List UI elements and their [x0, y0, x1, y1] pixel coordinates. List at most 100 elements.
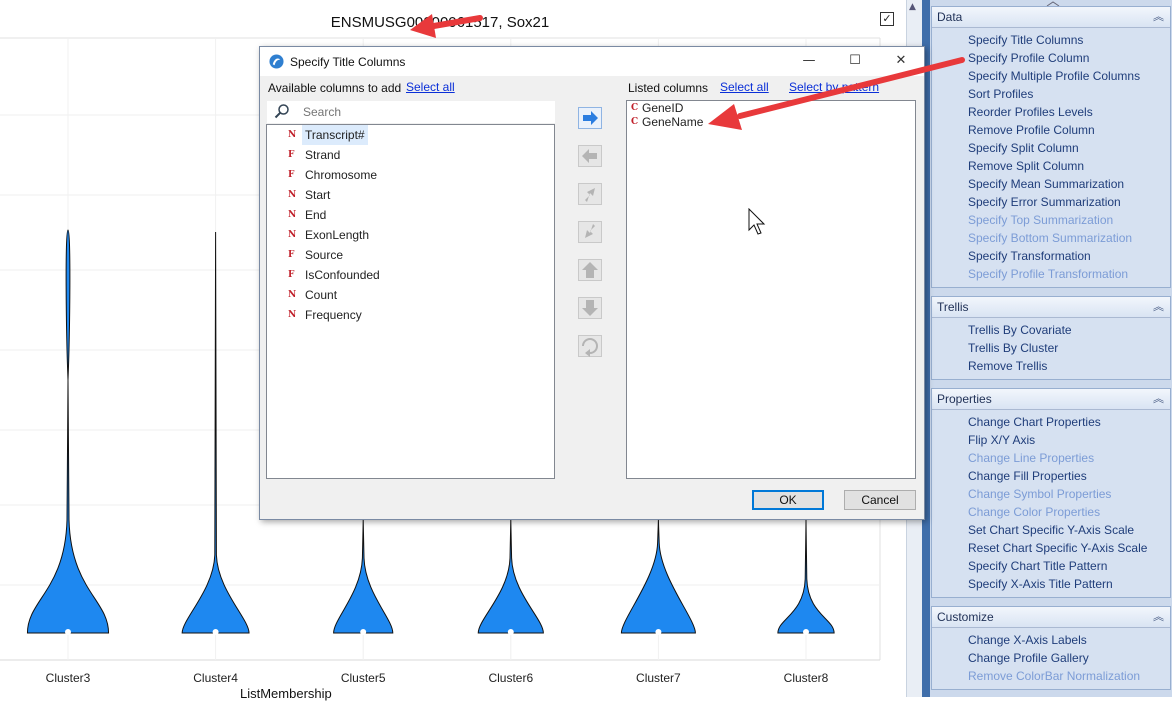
column-name: Start: [305, 188, 331, 202]
column-name: Chromosome: [305, 168, 378, 182]
panel-item: Specify Top Summarization: [968, 213, 1114, 227]
collapse-chevron-icon[interactable]: ︽: [1153, 7, 1164, 27]
list-item[interactable]: C GeneName: [627, 112, 915, 132]
chart-checkbox[interactable]: ✓: [880, 12, 894, 26]
ok-button[interactable]: OK: [752, 490, 824, 510]
panel-item[interactable]: Change Fill Properties: [932, 467, 1170, 485]
median-marker: [507, 629, 514, 635]
violin-cluster8: [777, 519, 835, 634]
section-customize: Customize ︽ Change X-Axis Labels Change Pro…: [931, 606, 1171, 690]
median-marker: [65, 629, 71, 635]
panel-item[interactable]: Specify Error Summarization: [932, 193, 1170, 211]
column-name: GeneName: [642, 115, 704, 129]
panel-item[interactable]: Specify X-Axis Title Pattern: [932, 575, 1170, 593]
section-title: Properties: [937, 392, 992, 406]
list-item[interactable]: N ExonLength: [267, 225, 554, 245]
section-title: Trellis: [937, 300, 969, 314]
panel-item[interactable]: Trellis By Cluster: [932, 339, 1170, 357]
maximize-icon[interactable]: ☐: [844, 51, 866, 71]
type-badge: N: [288, 210, 297, 220]
list-item[interactable]: F Chromosome: [267, 165, 554, 185]
x-tick-label: Cluster6: [488, 671, 533, 685]
median-marker: [212, 629, 219, 635]
panel-item[interactable]: Set Chart Specific Y-Axis Scale: [932, 521, 1170, 539]
panel-item[interactable]: Specify Title Columns: [932, 31, 1170, 49]
move-up-icon[interactable]: [578, 259, 602, 281]
column-name: IsConfounded: [305, 268, 380, 282]
column-name: ExonLength: [305, 228, 370, 242]
section-header[interactable]: Properties ︽: [932, 389, 1170, 410]
select-by-pattern-link[interactable]: Select by pattern: [789, 80, 879, 94]
panel-item[interactable]: Specify Mean Summarization: [932, 175, 1170, 193]
available-columns-label: Available columns to add: [268, 81, 402, 95]
section-header[interactable]: Trellis ︽: [932, 297, 1170, 318]
panel-item[interactable]: Change Chart Properties: [932, 413, 1170, 431]
add-right-icon[interactable]: [578, 107, 602, 129]
list-item[interactable]: N Start: [267, 185, 554, 205]
move-down-right-icon[interactable]: [578, 221, 602, 243]
x-tick-label: Cluster4: [193, 671, 238, 685]
dialog-title-bar[interactable]: Specify Title Columns — ☐ ✕: [260, 47, 924, 76]
remove-left-icon[interactable]: [578, 145, 602, 167]
section-data: Data ︽ Specify Title Columns Specify Profil…: [931, 6, 1171, 288]
available-select-all-link[interactable]: Select all: [406, 80, 455, 94]
listed-columns-list[interactable]: C GeneID C GeneName: [626, 100, 916, 479]
reset-icon[interactable]: [578, 335, 602, 357]
panel-item[interactable]: Change X-Axis Labels: [932, 631, 1170, 649]
listed-select-all-link[interactable]: Select all: [720, 80, 769, 94]
list-item[interactable]: F Strand: [267, 145, 554, 165]
panel-item[interactable]: Remove Profile Column: [932, 121, 1170, 139]
collapse-chevron-icon[interactable]: ︽: [1153, 297, 1164, 317]
list-item[interactable]: N Transcript#: [267, 125, 554, 145]
cancel-button[interactable]: Cancel: [844, 490, 916, 510]
panel-item[interactable]: Remove Trellis: [932, 357, 1170, 375]
median-marker: [803, 629, 809, 635]
section-header[interactable]: Data ︽: [932, 7, 1170, 28]
panel-item[interactable]: Sort Profiles: [932, 85, 1170, 103]
scroll-up-icon[interactable]: ▲: [909, 2, 916, 12]
type-badge: N: [288, 190, 297, 200]
panel-item[interactable]: Reset Chart Specific Y-Axis Scale: [932, 539, 1170, 557]
violin-cluster6: [477, 519, 544, 634]
panel-item[interactable]: Specify Chart Title Pattern: [932, 557, 1170, 575]
mouse-cursor-icon: [748, 208, 766, 235]
column-name: End: [305, 208, 327, 222]
dialog-title: Specify Title Columns: [290, 55, 406, 69]
panel-item: Change Symbol Properties: [968, 487, 1112, 501]
collapse-chevron-icon[interactable]: ︽: [1153, 389, 1164, 409]
close-icon[interactable]: ✕: [890, 51, 912, 71]
type-badge: N: [288, 230, 297, 240]
panel-item[interactable]: Specify Multiple Profile Columns: [932, 67, 1170, 85]
panel-item[interactable]: Trellis By Covariate: [932, 321, 1170, 339]
section-header[interactable]: Customize ︽: [932, 607, 1170, 628]
minimize-icon[interactable]: —: [798, 51, 820, 71]
available-columns-list[interactable]: N Transcript# F Strand F Chromosome N Start N End…: [266, 124, 555, 479]
specify-title-columns-dialog: Specify Title Columns — ☐ ✕ Available co…: [259, 46, 925, 520]
type-badge: N: [288, 130, 297, 140]
violin-cluster4: [181, 231, 250, 634]
panel-item[interactable]: Reorder Profiles Levels: [932, 103, 1170, 121]
app-logo-icon: [269, 54, 284, 69]
panel-item[interactable]: Specify Transformation: [932, 247, 1170, 265]
list-item[interactable]: N Frequency: [267, 305, 554, 325]
type-badge: N: [288, 310, 297, 320]
panel-item[interactable]: Flip X/Y Axis: [932, 431, 1170, 449]
search-input[interactable]: [303, 105, 543, 119]
move-down-icon[interactable]: [578, 297, 602, 319]
column-name: Count: [305, 288, 338, 302]
column-name: Source: [305, 248, 344, 262]
panel-item[interactable]: Specify Profile Column: [932, 49, 1170, 67]
list-item[interactable]: N Count: [267, 285, 554, 305]
list-item[interactable]: F IsConfounded: [267, 265, 554, 285]
list-item[interactable]: F Source: [267, 245, 554, 265]
panel-item[interactable]: Change Profile Gallery: [932, 649, 1170, 667]
panel-item[interactable]: Remove Split Column: [932, 157, 1170, 175]
x-tick-label: Cluster3: [46, 671, 91, 685]
violin-cluster5: [333, 519, 394, 634]
list-item[interactable]: N End: [267, 205, 554, 225]
column-name: Transcript#: [302, 125, 368, 145]
listed-columns-label: Listed columns: [628, 81, 709, 95]
move-up-left-icon[interactable]: [578, 183, 602, 205]
panel-item[interactable]: Specify Split Column: [932, 139, 1170, 157]
collapse-chevron-icon[interactable]: ︽: [1153, 607, 1164, 627]
